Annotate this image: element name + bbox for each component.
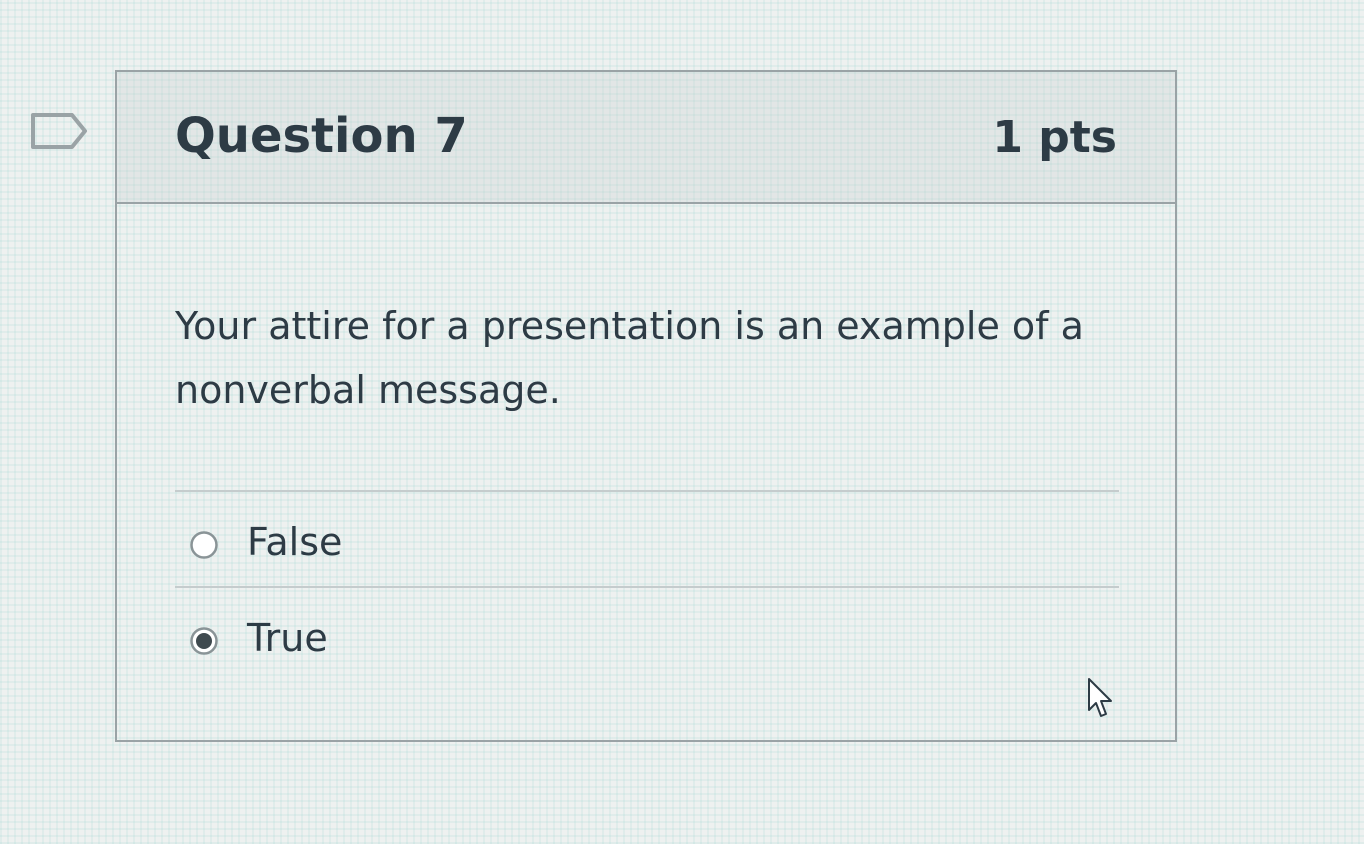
- answer-option-true[interactable]: True: [175, 586, 1119, 682]
- question-points: 1 pts: [992, 112, 1117, 163]
- answer-label: False: [247, 520, 343, 564]
- question-header: Question 7 1 pts: [117, 72, 1175, 204]
- radio-selected-icon[interactable]: [189, 626, 219, 656]
- question-text: Your attire for a presentation is an exa…: [175, 304, 1084, 412]
- answer-label: True: [247, 616, 328, 660]
- mouse-pointer-icon: [1088, 678, 1112, 717]
- radio-unselected-icon[interactable]: [189, 530, 219, 560]
- answer-list: False True: [175, 490, 1119, 682]
- question-title: Question 7: [175, 108, 468, 164]
- flag-question-icon[interactable]: [30, 112, 88, 150]
- answer-option-false[interactable]: False: [175, 490, 1119, 586]
- question-card: Question 7 1 pts Your attire for a prese…: [115, 70, 1177, 742]
